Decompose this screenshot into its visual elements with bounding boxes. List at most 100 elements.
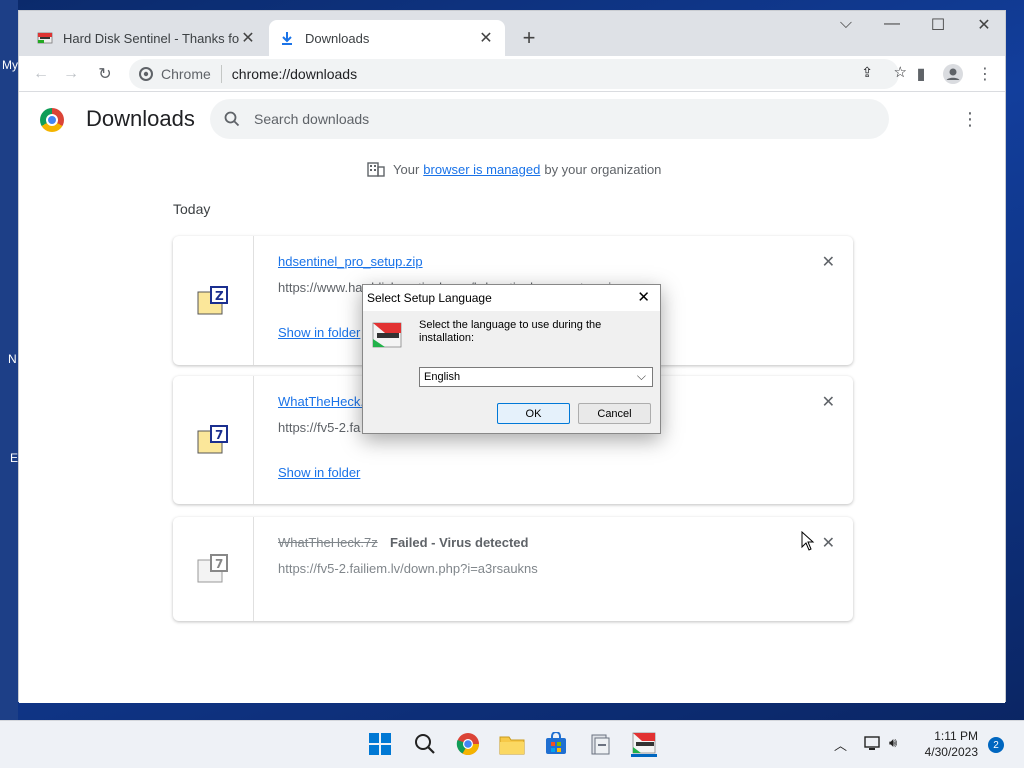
7z-file-icon: 7: [197, 425, 228, 454]
network-icon[interactable]: [864, 735, 882, 754]
svg-text:Z: Z: [215, 289, 224, 303]
desktop-icon-label[interactable]: E: [10, 451, 18, 465]
folder-icon: [499, 736, 525, 755]
taskbar-store-app[interactable]: [543, 731, 569, 757]
microsoft-store-icon: [546, 732, 566, 754]
notification-count-badge[interactable]: 2: [988, 737, 1004, 753]
forward-arrow-icon[interactable]: →: [59, 62, 83, 86]
taskbar-chrome-app[interactable]: [455, 731, 481, 757]
tab-title: Downloads: [305, 30, 370, 46]
download-filename-link[interactable]: WhatTheHeck.: [278, 394, 364, 409]
selected-language: English: [424, 371, 461, 383]
tab-search-icon[interactable]: ⌵: [831, 15, 861, 33]
taskbar-file-explorer-app[interactable]: [499, 731, 525, 757]
page-title: Downloads: [86, 106, 195, 131]
windows-logo-icon: [369, 733, 391, 755]
show-in-folder-link[interactable]: Show in folder: [278, 465, 360, 480]
zip-file-icon: Z: [197, 285, 228, 314]
taskbar-hd-sentinel-app[interactable]: [631, 731, 657, 757]
search-icon: [415, 734, 435, 754]
new-tab-button[interactable]: +: [517, 25, 541, 51]
7z-file-icon-grey: 7: [197, 554, 228, 583]
remove-download-icon[interactable]: ✕: [822, 392, 835, 412]
file-icon-column: 7: [173, 517, 254, 621]
chrome-chip: Chrome: [139, 66, 211, 82]
menu-kebab-icon[interactable]: ⋮: [973, 62, 997, 86]
ok-button[interactable]: OK: [497, 403, 570, 424]
divider: [220, 65, 222, 83]
taskbar-installer-app[interactable]: [587, 731, 613, 757]
download-source-url[interactable]: https://fv5-2.fa: [278, 420, 360, 435]
section-heading-today: Today: [173, 201, 211, 217]
dialog-title: Select Setup Language: [367, 291, 492, 305]
cancel-button[interactable]: Cancel: [578, 403, 651, 424]
language-select[interactable]: English ⌵: [419, 367, 653, 387]
start-button[interactable]: [367, 731, 393, 757]
tab-strip: Hard Disk Sentinel - Thanks for d ✕ Down…: [19, 11, 1005, 56]
svg-text:7: 7: [215, 557, 223, 571]
download-filename-link[interactable]: hdsentinel_pro_setup.zip: [278, 254, 423, 269]
clock-time: 1:11 PM: [934, 729, 978, 743]
side-panel-icon[interactable]: ▮: [909, 62, 933, 86]
svg-text:7: 7: [215, 428, 223, 442]
download-filename: WhatTheHeck.7z: [278, 535, 378, 550]
close-tab-icon[interactable]: ✕: [477, 28, 495, 48]
setup-language-dialog: Select Setup Language ✕ Select the langu…: [362, 284, 661, 434]
file-icon-column: 7: [173, 376, 254, 504]
browser-managed-link[interactable]: browser is managed: [423, 162, 540, 177]
volume-icon[interactable]: 🔊︎: [889, 735, 897, 751]
downloads-menu-icon[interactable]: ⋮: [961, 109, 979, 130]
url-text[interactable]: chrome://downloads: [232, 66, 357, 82]
download-source-url[interactable]: https://fv5-2.failiem.lv/down.php?i=a3rs…: [278, 561, 538, 576]
profile-avatar-icon[interactable]: [941, 62, 965, 86]
tab-hard-disk-sentinel[interactable]: Hard Disk Sentinel - Thanks for d ✕: [27, 20, 267, 56]
bookmark-star-icon[interactable]: ☆: [894, 63, 907, 81]
downloads-header: Downloads Search downloads ⋮: [19, 93, 1005, 149]
search-downloads-input[interactable]: Search downloads: [210, 99, 889, 139]
chrome-logo-icon: [40, 108, 64, 132]
file-icon-column: Z: [173, 236, 254, 365]
hd-sentinel-icon: [632, 732, 656, 753]
dialog-titlebar: Select Setup Language ✕: [363, 285, 660, 311]
clock-date: 4/30/2023: [924, 745, 978, 759]
managed-suffix: by your organization: [544, 161, 662, 177]
mouse-cursor-icon: [801, 531, 815, 551]
managed-prefix: Your: [393, 161, 420, 177]
close-window-button[interactable]: ✕: [969, 15, 999, 35]
search-placeholder: Search downloads: [254, 111, 370, 127]
taskbar-search-button[interactable]: [412, 731, 438, 757]
share-icon[interactable]: ⇪: [861, 64, 873, 81]
chevron-down-icon: ⌵: [636, 369, 646, 383]
desktop-icon-label[interactable]: My: [2, 58, 18, 72]
show-hidden-icons-chevron-icon[interactable]: ︿: [834, 735, 847, 754]
building-icon: [367, 162, 385, 177]
taskbar-clock[interactable]: 1:11 PM 4/30/2023: [916, 728, 978, 760]
close-tab-icon[interactable]: ✕: [239, 28, 257, 48]
remove-download-icon[interactable]: ✕: [822, 252, 835, 272]
tab-title: Hard Disk Sentinel - Thanks for d: [63, 30, 239, 46]
maximize-button[interactable]: ☐: [923, 15, 953, 35]
hd-sentinel-favicon-icon: [37, 32, 53, 44]
managed-notice: Your browser is managed by your organiza…: [367, 161, 661, 177]
back-arrow-icon[interactable]: ←: [29, 62, 53, 86]
show-in-folder-link[interactable]: Show in folder: [278, 325, 360, 340]
remove-download-icon[interactable]: ✕: [822, 533, 835, 553]
browser-toolbar: ← → ↻ Chrome chrome://downloads ⇪ ☆ ▮ ⋮: [19, 56, 1005, 92]
hd-sentinel-setup-icon: [372, 322, 402, 348]
address-bar[interactable]: Chrome chrome://downloads ⇪ ☆: [129, 59, 907, 89]
chrome-icon: [139, 67, 153, 81]
chrome-icon: [456, 733, 479, 755]
reload-icon[interactable]: ↻: [93, 62, 117, 86]
dialog-body: Select the language to use during the in…: [363, 311, 660, 435]
dialog-prompt: Select the language to use during the in…: [419, 319, 602, 344]
installer-icon: [591, 734, 610, 755]
download-item-failed: 7 WhatTheHeck.7z Failed - Virus detected…: [173, 517, 853, 621]
tab-downloads[interactable]: Downloads ✕: [269, 20, 505, 56]
taskbar: ︿ 🔊︎ 1:11 PM 4/30/2023 2: [0, 720, 1024, 768]
minimize-button[interactable]: —: [877, 15, 907, 33]
download-icon: [282, 32, 292, 45]
chip-label: Chrome: [161, 66, 211, 82]
download-status: Failed - Virus detected: [390, 535, 529, 550]
desktop-icon-label[interactable]: N: [8, 352, 17, 366]
dialog-close-icon[interactable]: ✕: [637, 288, 650, 306]
